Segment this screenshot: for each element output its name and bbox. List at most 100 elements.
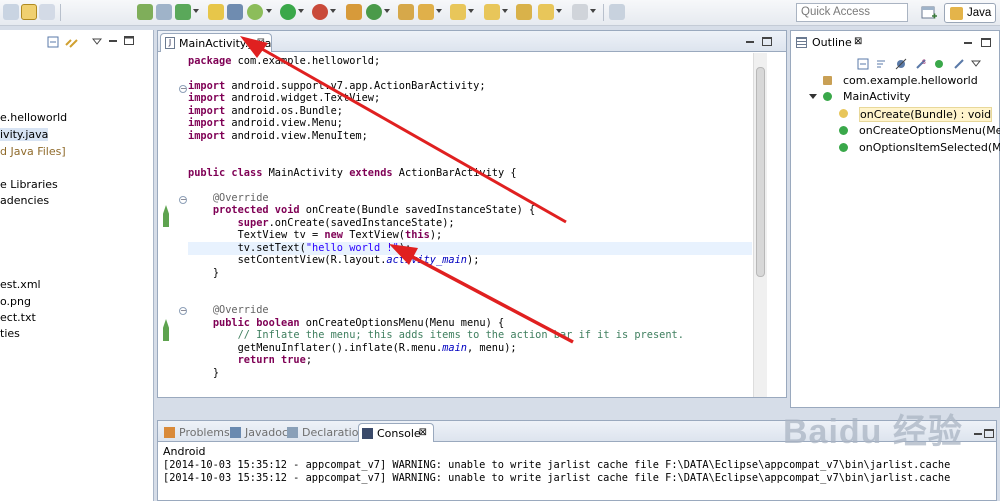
tab-problems[interactable]: Problems [161,423,230,442]
collapse-all-icon[interactable] [47,36,59,48]
package-tree-item[interactable]: d Java Files] [0,145,66,158]
search-icon[interactable] [418,4,434,20]
package-tree-item[interactable]: est.xml [0,278,41,291]
outline-item[interactable]: onCreateOptionsMenu(Me [859,124,1000,137]
tree-expand-icon[interactable] [809,94,817,99]
open-type-icon[interactable] [398,4,414,20]
outline-panel: Outline ⊠ S com.example.helloworld MainAc… [790,30,1000,408]
editor-vertical-scrollbar[interactable] [753,53,767,397]
java-editor: J MainActivity.java ⊠ − − − package com.… [157,30,787,398]
chevron-down-icon[interactable] [330,9,337,15]
chevron-down-icon[interactable] [298,9,305,15]
lint-icon[interactable] [175,4,191,20]
close-icon[interactable]: ⊠ [257,37,265,48]
chevron-down-icon[interactable] [436,9,443,15]
outline-item[interactable]: com.example.helloworld [843,74,978,87]
view-menu-icon[interactable] [970,58,983,70]
previous-annotation-icon[interactable] [484,4,500,20]
java-file-icon: J [165,37,175,49]
chevron-down-icon[interactable] [556,9,563,15]
tab-label: Problems [179,426,230,439]
chevron-down-icon[interactable] [193,9,200,15]
close-icon[interactable]: ⊠ [854,36,862,47]
code-line: return true; [237,354,313,366]
tab-console[interactable]: Console ⊠ [358,423,434,442]
chevron-down-icon[interactable] [502,9,509,15]
back-arrow-icon[interactable] [538,4,554,20]
quick-access-input[interactable]: Quick Access [796,3,908,22]
scrollbar-thumb[interactable] [756,67,765,277]
hide-non-public-icon[interactable] [933,58,945,70]
package-tree-item[interactable]: e Libraries [0,178,58,191]
code-area[interactable]: package com.example.helloworld; import a… [188,53,752,397]
javadoc-icon [230,427,241,438]
method-icon [839,109,848,118]
chevron-down-icon[interactable] [468,9,475,15]
tab-label: Console [377,427,421,440]
fold-toggle-icon[interactable]: − [179,196,187,204]
hide-local-types-icon[interactable] [953,58,965,70]
hide-static-icon[interactable]: S [915,58,927,70]
outline-item[interactable]: onOptionsItemSelected(M [859,141,1000,154]
pencil-icon[interactable] [21,4,37,20]
new-class-icon[interactable] [366,4,382,20]
sort-icon[interactable] [875,58,887,70]
outline-item[interactable]: MainActivity [843,90,910,103]
hide-fields-icon[interactable] [895,58,907,70]
close-icon[interactable]: ⊠ [419,427,427,438]
java-perspective-label: Java [967,7,992,19]
maximize-editor-icon[interactable] [762,37,772,46]
outline-tab[interactable]: Outline ⊠ [794,34,869,52]
chevron-down-icon[interactable] [384,9,391,15]
maximize-outline-icon[interactable] [981,38,991,47]
baidu-watermark: Baidu 经验 [783,413,963,451]
chevron-down-icon[interactable] [590,9,597,15]
package-tree-item[interactable]: ivity.java [0,128,49,141]
minimize-view-icon[interactable] [108,36,120,48]
open-perspective-icon[interactable] [920,4,938,22]
chevron-down-icon[interactable] [266,9,273,15]
paragraph-icon[interactable] [39,4,55,20]
package-tree-item[interactable]: e.helloworld [0,111,67,124]
next-annotation-icon[interactable] [450,4,466,20]
package-tree-item[interactable]: ect.txt [0,311,36,324]
svg-text:S: S [922,59,926,66]
tab-declaration[interactable]: Declaration [284,423,365,442]
minimize-outline-icon[interactable] [963,38,973,47]
code-line: } [212,267,220,279]
maximize-view-icon[interactable] [124,36,136,48]
package-tree-item[interactable]: adencies [0,194,49,207]
fold-toggle-icon[interactable]: − [179,85,187,93]
override-marker-icon [163,319,169,341]
run-icon[interactable] [280,4,296,20]
last-edit-location-icon[interactable] [516,4,532,20]
external-tools-icon[interactable] [312,4,328,20]
editor-tab-mainactivity[interactable]: J MainActivity.java ⊠ [160,33,272,52]
view-menu-icon[interactable] [91,36,104,48]
link-with-editor-icon[interactable] [65,36,78,48]
declaration-icon [287,427,298,438]
debug-icon[interactable] [247,4,263,20]
minimize-editor-icon[interactable] [745,37,755,46]
tab-javadoc[interactable]: Javadoc [227,423,288,442]
align-icon[interactable] [3,4,19,20]
forward-arrow-icon[interactable] [572,4,588,20]
skip-breakpoints-icon[interactable] [227,4,243,20]
maximize-console-icon[interactable] [984,429,994,438]
pin-editor-icon[interactable] [609,4,625,20]
collapse-all-icon[interactable] [857,58,869,70]
code-line: public class MainActivity extends Action… [188,167,517,179]
java-perspective-button[interactable]: Java [944,3,996,23]
fold-toggle-icon[interactable]: − [179,307,187,315]
new-package-icon[interactable] [346,4,362,20]
console-header: Android [163,445,206,458]
package-tree-item[interactable]: ties [0,327,20,340]
override-marker-icon [163,205,169,227]
android-sdk-icon[interactable] [137,4,153,20]
avd-manager-icon[interactable] [156,4,172,20]
toolbar-separator [60,4,61,21]
class-icon [823,92,832,101]
package-tree-item[interactable]: o.png [0,295,31,308]
new-android-project-icon[interactable] [208,4,224,20]
outline-item[interactable]: onCreate(Bundle) : void [859,107,993,122]
